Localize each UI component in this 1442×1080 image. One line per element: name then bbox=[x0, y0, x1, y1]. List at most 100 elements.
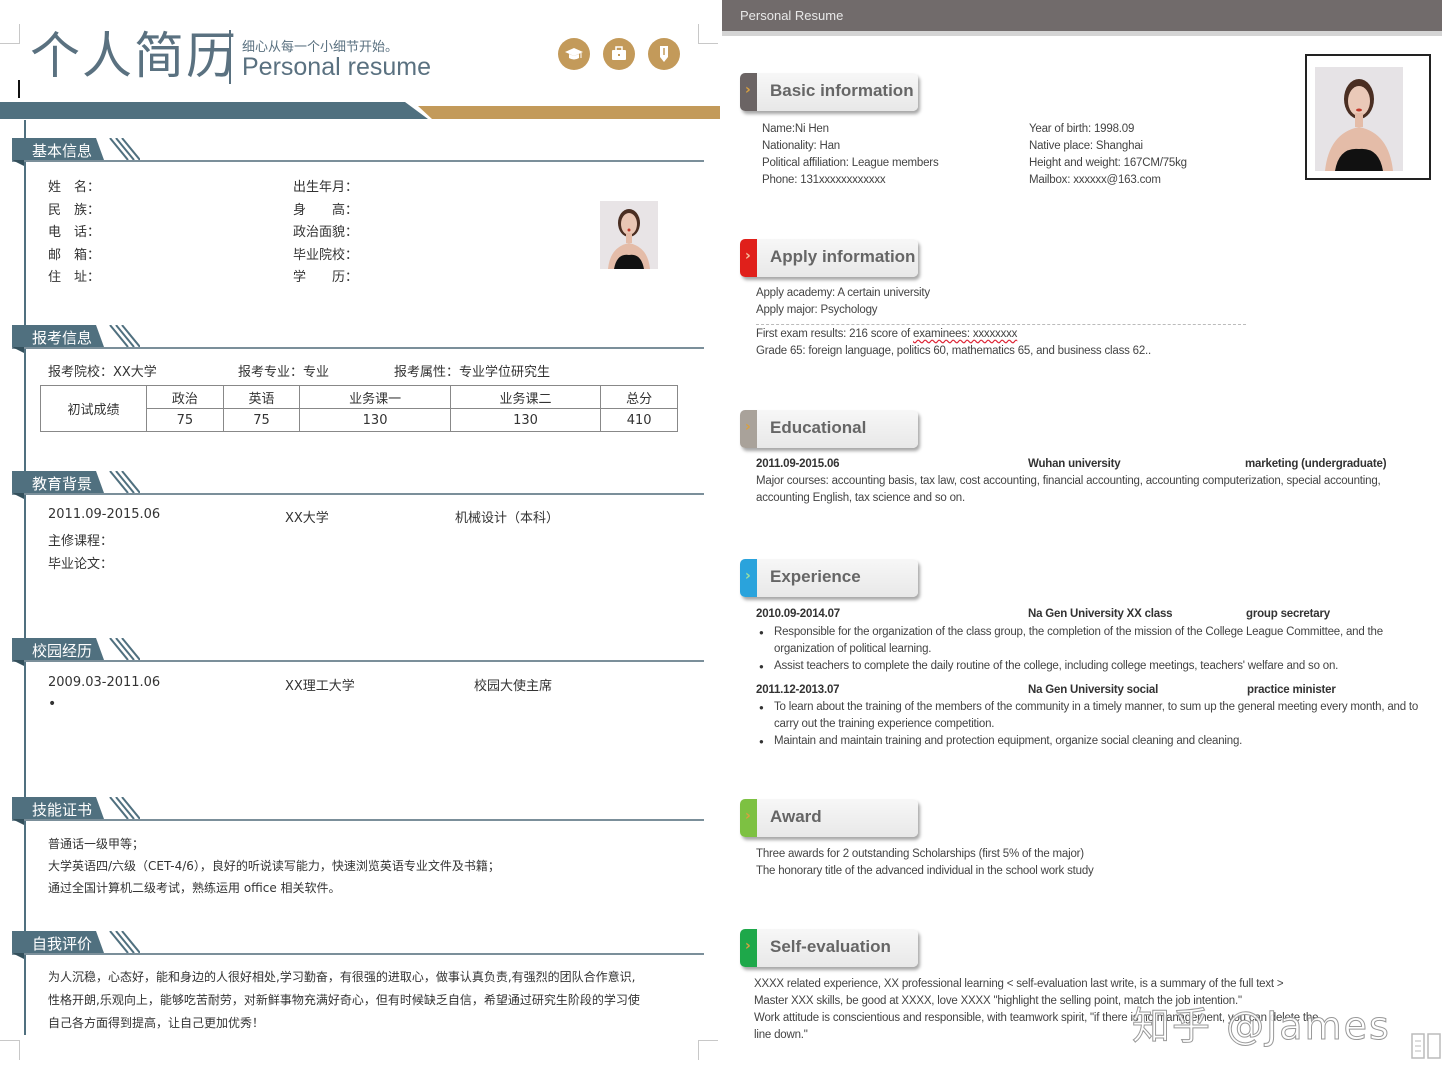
header-icons bbox=[558, 38, 680, 70]
section-title: 报考信息 bbox=[32, 329, 93, 347]
section-title: 基本信息 bbox=[32, 142, 93, 160]
education-thesis: 毕业论文： bbox=[48, 557, 114, 572]
info-height-weight: Height and weight: 167CM/75kg bbox=[1029, 157, 1187, 169]
section-header-skills: 技能证书 bbox=[12, 797, 704, 825]
stripes-decoration bbox=[109, 638, 140, 660]
dashed-divider bbox=[756, 324, 1246, 325]
exam-line: First exam results: 216 score of examine… bbox=[756, 326, 1151, 343]
section-header-educational: › Educational bbox=[740, 410, 918, 448]
stripes-decoration bbox=[109, 471, 140, 493]
section-header-self-evaluation: › Self-evaluation bbox=[740, 929, 918, 967]
header-band-primary bbox=[0, 102, 428, 119]
score-value: 75 bbox=[222, 408, 301, 432]
score-value: 130 bbox=[449, 408, 602, 432]
edu-period: 2011.09-2015.06 bbox=[756, 458, 840, 470]
resume-title-cn: 个人简历 bbox=[30, 27, 238, 85]
self-eval-line: 自己各方面得到提高，让自己更加优秀！ bbox=[48, 1016, 265, 1030]
apply-academy: Apply academy: A certain university bbox=[756, 287, 930, 299]
score-value: 130 bbox=[299, 408, 451, 432]
section-title: Award bbox=[770, 807, 822, 826]
score-table: 初试成绩 政治 英语 业务课一 业务课二 总分 75 75 130 130 41… bbox=[40, 385, 678, 432]
page-corner-mark bbox=[698, 1040, 718, 1060]
page-corner-mark bbox=[0, 24, 20, 44]
exp-role: group secretary bbox=[1246, 608, 1330, 620]
basic-info-right: Year of birth: 1998.09 Native place: Sha… bbox=[1029, 121, 1187, 189]
section-title: 教育背景 bbox=[32, 475, 93, 493]
stripes-decoration bbox=[109, 325, 140, 347]
education-courses: 主修课程： bbox=[48, 534, 114, 549]
basic-info-left: Name:Ni Hen Nationality: Han Political a… bbox=[762, 121, 939, 189]
info-birth: Year of birth: 1998.09 bbox=[1029, 123, 1135, 135]
header-band-accent bbox=[418, 106, 720, 119]
top-bar-shadow bbox=[722, 31, 1442, 36]
self-eval-line: XXXX related experience, XX professional… bbox=[754, 978, 1284, 990]
edu-courses: Major courses: accounting basis, tax law… bbox=[756, 475, 1381, 504]
graduation-cap-icon bbox=[558, 38, 590, 70]
score-header: 业务课一 bbox=[299, 385, 451, 409]
exp-period: 2011.12-2013.07 bbox=[756, 684, 840, 696]
exp-org: Na Gen University social bbox=[1028, 684, 1159, 696]
field-label: 学 历： bbox=[293, 270, 359, 285]
watermark: 知乎 @James bbox=[1132, 1004, 1391, 1049]
apply-school: 报考院校：XX大学 bbox=[48, 365, 157, 380]
award-lines: Three awards for 2 outstanding Scholarsh… bbox=[756, 846, 1094, 880]
self-eval-line: 为人沉稳，心态好，能和身边的人很好相处,学习勤奋，有很强的进取心，做事认真负责,… bbox=[48, 970, 636, 984]
section-title: Basic information bbox=[770, 81, 914, 100]
section-title: 校园经历 bbox=[32, 642, 93, 660]
score-label: 初试成绩 bbox=[40, 385, 147, 432]
list-item: Responsible for the organization of the … bbox=[756, 624, 1426, 658]
education-major: 机械设计（本科） bbox=[455, 511, 560, 526]
section-title: Self-evaluation bbox=[770, 937, 891, 956]
score-header: 政治 bbox=[146, 385, 224, 409]
exam-grade: Grade 65: foreign language, politics 60,… bbox=[756, 345, 1152, 357]
topbar-title: Personal Resume bbox=[740, 8, 844, 23]
field-label: 电 话： bbox=[48, 225, 101, 240]
section-header-self: 自我评价 bbox=[12, 931, 704, 959]
campus-period: 2009.03-2011.06 bbox=[48, 675, 161, 690]
apply-lines: Apply academy: A certain university Appl… bbox=[756, 285, 930, 319]
info-phone: Phone: 131xxxxxxxxxxxx bbox=[762, 174, 886, 186]
skill-line: 普通话一级甲等； bbox=[48, 837, 145, 851]
chevron-right-icon: › bbox=[745, 568, 751, 584]
chevron-right-icon: › bbox=[745, 82, 751, 98]
section-title: Apply information bbox=[770, 247, 916, 266]
skills-list: 普通话一级甲等； 大学英语四/六级（CET-4/6），良好的听说读写能力，快速浏… bbox=[48, 833, 500, 899]
field-label: 姓 名： bbox=[48, 180, 101, 195]
resume-subtitle: Personal resume bbox=[242, 53, 431, 81]
exam-results: First exam results: 216 score of examine… bbox=[756, 326, 1151, 360]
info-native-place: Native place: Shanghai bbox=[1029, 140, 1143, 152]
pencil-icon bbox=[648, 38, 680, 70]
section-header-campus: 校园经历 bbox=[12, 638, 704, 666]
field-label: 政治面貌： bbox=[293, 225, 359, 240]
exp-role: practice minister bbox=[1247, 684, 1336, 696]
page-corner-mark bbox=[698, 24, 718, 44]
field-label: 邮 箱： bbox=[48, 247, 101, 263]
section-header-basic-information: › Basic information bbox=[740, 73, 918, 111]
section-title: 自我评价 bbox=[32, 935, 93, 953]
section-header-award: › Award bbox=[740, 799, 918, 837]
section-header-basic: 基本信息 bbox=[12, 138, 704, 166]
field-label: 毕业院校： bbox=[293, 247, 359, 263]
chinese-resume-page: 个人简历 细心从每一个小细节开始。 Personal resume 基本信息 姓… bbox=[0, 0, 720, 1080]
skill-line: 通过全国计算机二级考试，熟练运用 office 相关软件。 bbox=[48, 881, 341, 895]
field-label: 身 高： bbox=[293, 202, 359, 218]
info-political: Political affiliation: League members bbox=[762, 157, 939, 169]
timeline-bar bbox=[24, 120, 26, 1035]
campus-school: XX理工大学 bbox=[285, 679, 355, 694]
section-title: Educational bbox=[770, 418, 867, 437]
list-item: Maintain and maintain training and prote… bbox=[756, 733, 1426, 750]
edu-school: Wuhan university bbox=[1028, 458, 1121, 470]
stripes-decoration bbox=[109, 138, 140, 160]
list-item: Assist teachers to complete the daily ro… bbox=[756, 658, 1426, 675]
chevron-right-icon: › bbox=[745, 419, 751, 435]
text-cursor[interactable] bbox=[18, 80, 20, 98]
section-header-apply-information: › Apply information bbox=[740, 239, 918, 277]
book-icon bbox=[1411, 1033, 1441, 1059]
english-resume-page: Personal Resume › Basic information Name… bbox=[722, 0, 1442, 1080]
profile-photo-frame bbox=[1305, 54, 1431, 180]
education-school: XX大学 bbox=[285, 511, 329, 526]
apply-type: 报考属性：专业学位研究生 bbox=[394, 365, 551, 380]
chevron-right-icon: › bbox=[745, 938, 751, 954]
field-label: 出生年月： bbox=[293, 180, 359, 195]
self-eval-line: 性格开朗,乐观向上，能够吃苦耐劳，对新鲜事物充满好奇心，但有时候缺乏自信，希望通… bbox=[48, 993, 640, 1007]
